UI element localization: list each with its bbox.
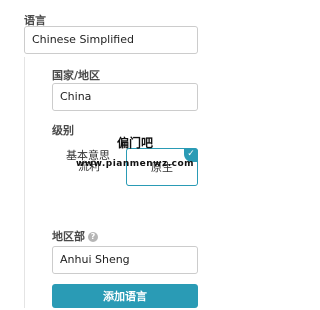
level-option-native-label: 原生	[151, 161, 173, 174]
country-label: 国家/地区	[52, 69, 101, 82]
level-label: 级别	[52, 124, 74, 137]
group-divider	[24, 57, 25, 308]
level-option-fluent[interactable]: 流利	[52, 148, 126, 186]
country-select[interactable]: China	[52, 83, 198, 111]
language-select[interactable]: Chinese Simplified	[24, 26, 198, 54]
region-label-row: 地区部?	[52, 228, 98, 244]
region-label: 地区部	[52, 230, 85, 243]
help-icon[interactable]: ?	[88, 232, 98, 242]
level-option-native[interactable]: 原生 ✓	[126, 148, 198, 186]
checkmark-icon: ✓	[184, 148, 198, 162]
level-option-fluent-label: 流利	[78, 160, 100, 173]
add-language-button[interactable]: 添加语言	[52, 284, 198, 308]
region-select[interactable]: Anhui Sheng	[52, 246, 198, 274]
